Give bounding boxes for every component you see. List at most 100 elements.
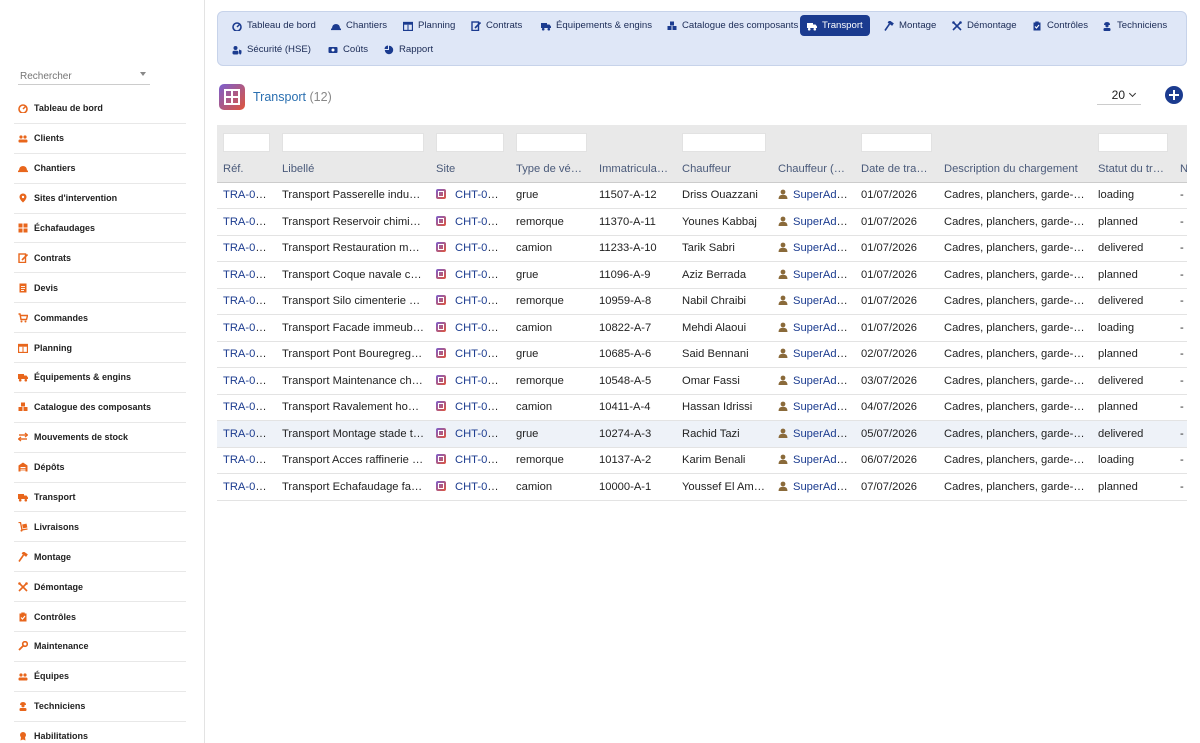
user-link[interactable]: SuperAdmin <box>793 322 855 334</box>
tab-11[interactable]: Sécurité (HSE) <box>225 39 318 60</box>
cell-ref[interactable]: TRA-0001 <box>217 473 276 501</box>
column-header[interactable]: Statut du tra… <box>1092 156 1174 183</box>
cell-chauffeur-user[interactable]: SuperAdmin <box>772 288 855 315</box>
cell-chauffeur-user[interactable]: SuperAdmin <box>772 367 855 395</box>
column-filter-input[interactable] <box>1098 133 1168 152</box>
sidebar-item-15[interactable]: Montage <box>14 542 186 573</box>
tab-7[interactable]: Montage <box>877 15 943 36</box>
column-header[interactable]: Chauffeur <box>676 156 772 183</box>
sidebar-item-20[interactable]: Techniciens <box>14 692 186 722</box>
table-row[interactable]: TRA-0002 Transport Acces raffinerie u… C… <box>217 447 1187 474</box>
site-link[interactable]: CHT-0005 <box>455 375 506 387</box>
column-header[interactable]: N <box>1174 156 1187 183</box>
column-header[interactable]: Immatriculation <box>593 156 676 183</box>
chevron-down-icon[interactable] <box>140 72 146 76</box>
tab-5[interactable]: Catalogue des composants <box>660 15 805 36</box>
user-link[interactable]: SuperAdmin <box>793 428 855 440</box>
column-header[interactable]: Description du chargement <box>938 156 1092 183</box>
column-filter-input[interactable] <box>282 133 424 152</box>
cell-site[interactable]: CHT-0005 <box>430 367 510 395</box>
tab-8[interactable]: Démontage <box>945 15 1024 36</box>
column-filter-input[interactable] <box>516 133 587 152</box>
sidebar-item-9[interactable]: Équipements & engins <box>14 363 186 393</box>
user-link[interactable]: SuperAdmin <box>793 481 855 493</box>
tab-1[interactable]: Chantiers <box>324 15 394 36</box>
user-link[interactable]: SuperAdmin <box>793 189 855 201</box>
sidebar-item-8[interactable]: Planning <box>14 333 186 364</box>
site-link[interactable]: CHT-0004 <box>455 401 506 413</box>
column-header[interactable]: Type de véhi… <box>510 156 593 183</box>
sidebar-item-18[interactable]: Maintenance <box>14 632 186 662</box>
ref-link[interactable]: TRA-0009 <box>223 269 274 281</box>
table-row[interactable]: TRA-0001 Transport Echafaudage faca… CHT… <box>217 473 1187 501</box>
tab-12[interactable]: Coûts <box>321 39 375 60</box>
cell-ref[interactable]: TRA-0008 <box>217 288 276 315</box>
cell-chauffeur-user[interactable]: SuperAdmin <box>772 473 855 501</box>
site-link[interactable]: CHT-0011 <box>455 216 505 228</box>
cell-site[interactable]: CHT-0008 <box>430 288 510 315</box>
cell-ref[interactable]: TRA-0005 <box>217 367 276 395</box>
user-link[interactable]: SuperAdmin <box>793 269 855 281</box>
user-link[interactable]: SuperAdmin <box>793 348 855 360</box>
sidebar-item-21[interactable]: Habilitations <box>14 722 186 743</box>
column-filter-input[interactable] <box>682 133 766 152</box>
site-link[interactable]: CHT-0003 <box>455 428 506 440</box>
user-link[interactable]: SuperAdmin <box>793 401 855 413</box>
ref-link[interactable]: TRA-0006 <box>223 348 274 360</box>
column-header[interactable]: Réf. <box>217 156 276 183</box>
ref-link[interactable]: TRA-0004 <box>223 401 274 413</box>
cell-ref[interactable]: TRA-0011 <box>217 208 276 236</box>
sidebar-item-0[interactable]: Tableau de bord <box>14 94 186 124</box>
sidebar-item-6[interactable]: Devis <box>14 273 186 304</box>
column-header[interactable]: Libellé <box>276 156 430 183</box>
sidebar-item-10[interactable]: Catalogue des composants <box>14 393 186 423</box>
table-row[interactable]: TRA-0005 Transport Maintenance che… CHT-… <box>217 367 1187 395</box>
cell-chauffeur-user[interactable]: SuperAdmin <box>772 235 855 262</box>
cell-chauffeur-user[interactable]: SuperAdmin <box>772 341 855 368</box>
tab-10[interactable]: Techniciens <box>1095 15 1174 36</box>
cell-ref[interactable]: TRA-0007 <box>217 314 276 342</box>
cell-site[interactable]: CHT-0004 <box>430 394 510 421</box>
ref-link[interactable]: TRA-0011 <box>223 216 273 228</box>
ref-link[interactable]: TRA-0002 <box>223 454 274 466</box>
cell-ref[interactable]: TRA-0003 <box>217 420 276 448</box>
column-filter-input[interactable] <box>861 133 932 152</box>
cell-ref[interactable]: TRA-0009 <box>217 261 276 289</box>
user-link[interactable]: SuperAdmin <box>793 375 855 387</box>
sidebar-search-input[interactable] <box>18 67 133 86</box>
user-link[interactable]: SuperAdmin <box>793 216 855 228</box>
ref-link[interactable]: TRA-0001 <box>223 481 274 493</box>
table-row[interactable]: TRA-0010 Transport Restauration mos… CHT… <box>217 235 1187 262</box>
table-row[interactable]: TRA-0011 Transport Reservoir chimiqu… CH… <box>217 208 1187 236</box>
page-size-select[interactable]: 20 <box>1097 86 1141 105</box>
user-link[interactable]: SuperAdmin <box>793 454 855 466</box>
column-header[interactable]: Date de tran… <box>855 156 938 183</box>
sidebar-item-7[interactable]: Commandes <box>14 303 186 334</box>
sidebar-item-14[interactable]: Livraisons <box>14 512 186 543</box>
cell-site[interactable]: CHT-0011 <box>430 208 510 236</box>
cell-site[interactable]: CHT-0012 <box>430 182 510 209</box>
site-link[interactable]: CHT-0007 <box>455 322 506 334</box>
cell-chauffeur-user[interactable]: SuperAdmin <box>772 314 855 342</box>
cell-site[interactable]: CHT-0003 <box>430 420 510 448</box>
sidebar-item-11[interactable]: Mouvements de stock <box>14 423 186 453</box>
table-row[interactable]: TRA-0003 Transport Montage stade tri… CH… <box>217 420 1187 448</box>
sidebar-search[interactable] <box>18 66 150 86</box>
tab-4[interactable]: Équipements & engins <box>534 15 659 36</box>
tab-9[interactable]: Contrôles <box>1025 15 1095 36</box>
add-record-button[interactable] <box>1165 86 1183 104</box>
cell-chauffeur-user[interactable]: SuperAdmin <box>772 208 855 236</box>
sidebar-item-2[interactable]: Chantiers <box>14 154 186 184</box>
site-link[interactable]: CHT-0001 <box>455 481 506 493</box>
tab-13[interactable]: Rapport <box>377 39 440 60</box>
table-row[interactable]: TRA-0009 Transport Coque navale cha… CHT… <box>217 261 1187 289</box>
sidebar-item-17[interactable]: Contrôles <box>14 602 186 633</box>
site-link[interactable]: CHT-0002 <box>455 454 506 466</box>
user-link[interactable]: SuperAdmin <box>793 295 855 307</box>
site-link[interactable]: CHT-0008 <box>455 295 506 307</box>
cell-site[interactable]: CHT-0009 <box>430 261 510 289</box>
tab-3[interactable]: Contrats <box>464 15 529 36</box>
ref-link[interactable]: TRA-0005 <box>223 375 274 387</box>
sidebar-item-16[interactable]: Démontage <box>14 572 186 603</box>
tab-2[interactable]: Planning <box>396 15 462 36</box>
